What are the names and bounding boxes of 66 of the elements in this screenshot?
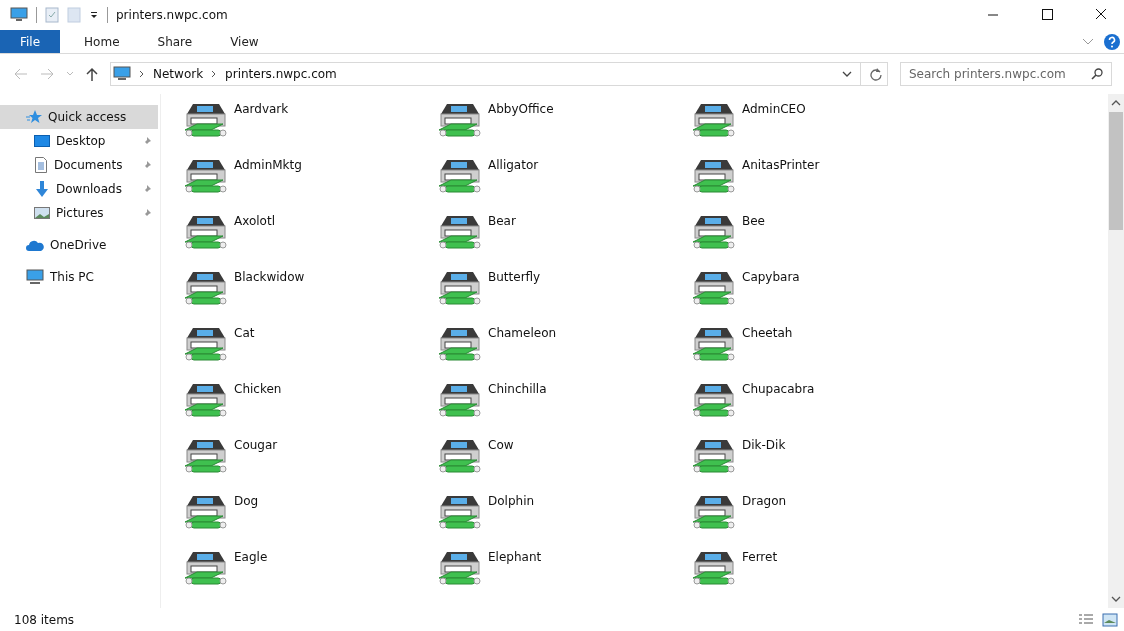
printer-name[interactable]: Aardvark <box>234 102 289 116</box>
printer-name[interactable]: Bear <box>488 214 516 228</box>
dropdown-icon[interactable] <box>89 10 99 20</box>
document-icon <box>34 157 48 173</box>
cloud-icon <box>26 239 44 251</box>
nav-item[interactable]: Downloads <box>0 177 158 201</box>
printer-name[interactable]: Chupacabra <box>742 382 815 396</box>
nav-item[interactable]: Documents <box>0 153 158 177</box>
printer-name[interactable]: Axolotl <box>234 214 275 228</box>
scrollbar[interactable] <box>1108 94 1124 608</box>
printer-name[interactable]: Elephant <box>488 550 542 564</box>
printer-name[interactable]: Butterfly <box>488 270 541 284</box>
nav-item[interactable]: OneDrive <box>0 233 158 257</box>
printer-name[interactable]: Capybara <box>742 270 800 284</box>
picture-icon <box>34 206 50 220</box>
help-icon[interactable] <box>1104 33 1120 50</box>
up-arrow-icon[interactable] <box>86 67 98 81</box>
nav-item[interactable]: Quick access <box>0 105 158 129</box>
chevron-right-icon <box>211 70 218 78</box>
printer-name[interactable]: Chinchilla <box>488 382 547 396</box>
printer-name[interactable]: AdminCEO <box>742 102 806 116</box>
ribbon-tab[interactable]: File <box>0 30 61 53</box>
scroll-thumb[interactable] <box>1109 112 1123 230</box>
large-icons-view-icon[interactable] <box>1102 612 1118 627</box>
ribbon-tab[interactable]: Share <box>143 30 207 53</box>
chevron-down-icon[interactable] <box>842 70 852 78</box>
printer-name[interactable]: Cow <box>488 438 514 452</box>
computer-icon[interactable] <box>10 7 28 23</box>
printer-name[interactable]: Ferret <box>742 550 778 564</box>
printer-name[interactable]: AbbyOffice <box>488 102 554 116</box>
nav-item[interactable]: This PC <box>0 265 158 289</box>
search-field[interactable]: Search printers.nwpc.com <box>900 62 1112 86</box>
item-count: 108 items <box>14 612 75 627</box>
printer-name[interactable]: Dik-Dik <box>742 438 786 452</box>
address-bar[interactable]: Network printers.nwpc.com <box>110 62 888 86</box>
scroll-down-icon[interactable] <box>1111 596 1121 602</box>
printer-name[interactable]: Dolphin <box>488 494 535 508</box>
computer-icon <box>26 269 44 285</box>
printer-name[interactable]: Alligator <box>488 158 539 172</box>
desktop-icon <box>34 134 50 148</box>
window-title: printers.nwpc.com <box>116 8 228 22</box>
printer-name[interactable]: Cheetah <box>742 326 793 340</box>
search-icon <box>1091 68 1103 80</box>
printer-name[interactable]: Cougar <box>234 438 278 452</box>
down-arrow-icon <box>34 181 50 197</box>
printer-name[interactable]: Blackwidow <box>234 270 305 284</box>
printer-name[interactable]: Chameleon <box>488 326 557 340</box>
printer-name[interactable]: Eagle <box>234 550 268 564</box>
printer-name[interactable]: Dog <box>234 494 259 508</box>
nav-item[interactable]: Pictures <box>0 201 158 225</box>
printer-name[interactable]: Cat <box>234 326 255 340</box>
printer-name[interactable]: Chicken <box>234 382 282 396</box>
breadcrumb[interactable]: Network <box>153 67 204 81</box>
chevron-right-icon <box>139 70 145 78</box>
refresh-icon[interactable] <box>869 67 883 81</box>
scroll-up-icon[interactable] <box>1111 100 1121 106</box>
ribbon-tab[interactable]: Home <box>70 30 134 53</box>
breadcrumb[interactable]: printers.nwpc.com <box>225 67 337 81</box>
computer-icon <box>113 66 131 82</box>
printer-name[interactable]: Bee <box>742 214 765 228</box>
nav-item[interactable]: Desktop <box>0 129 158 153</box>
printer-name[interactable]: AnitasPrinter <box>742 158 820 172</box>
star-icon <box>26 109 42 125</box>
printer-name[interactable]: AdminMktg <box>234 158 302 172</box>
printer-name[interactable]: Dragon <box>742 494 787 508</box>
ribbon-tab[interactable]: View <box>216 30 273 53</box>
